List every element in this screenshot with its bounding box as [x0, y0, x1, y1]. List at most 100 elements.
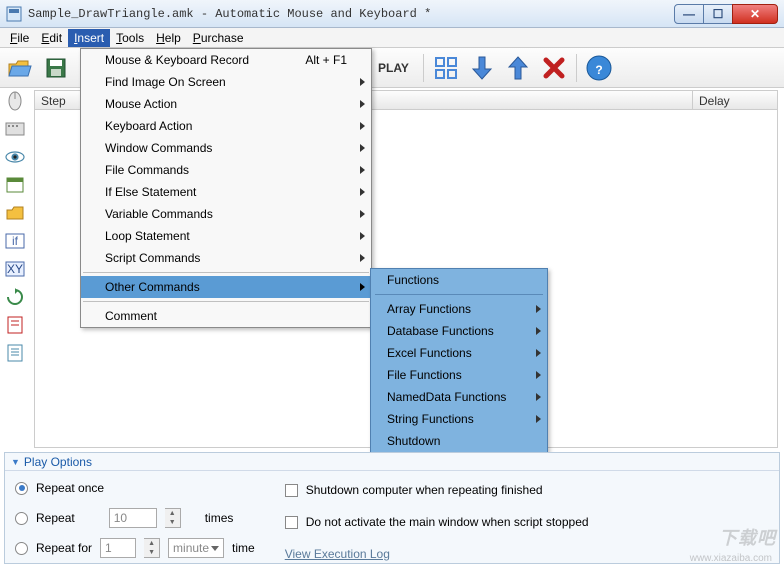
mi-mouse-action[interactable]: Mouse Action	[81, 93, 371, 115]
chevron-right-icon	[360, 100, 365, 108]
loop-icon[interactable]	[4, 286, 26, 308]
sidebar: if XY	[4, 90, 28, 364]
menu-help[interactable]: Help	[150, 29, 187, 47]
sm-file-functions[interactable]: File Functions	[371, 364, 547, 386]
menu-purchase[interactable]: Purchase	[187, 29, 250, 47]
menu-insert[interactable]: Insert	[68, 29, 110, 47]
folder-icon[interactable]	[4, 202, 26, 224]
svg-text:?: ?	[595, 63, 602, 77]
chevron-right-icon	[360, 283, 365, 291]
sm-database-functions[interactable]: Database Functions	[371, 320, 547, 342]
app-icon	[6, 6, 22, 22]
svg-text:if: if	[12, 234, 19, 248]
shortcut-label: Alt + F1	[305, 53, 347, 67]
chevron-right-icon	[360, 210, 365, 218]
chevron-right-icon	[536, 305, 541, 313]
chk-not-activate[interactable]	[285, 516, 298, 529]
label-time: time	[232, 541, 255, 555]
play-options-header[interactable]: ▼ Play Options	[5, 453, 779, 471]
radio-repeat-for[interactable]	[15, 542, 28, 555]
sm-string-functions[interactable]: String Functions	[371, 408, 547, 430]
chevron-right-icon	[360, 78, 365, 86]
other-commands-submenu: Functions Array Functions Database Funct…	[370, 268, 548, 453]
mi-comment[interactable]: Comment	[81, 305, 371, 327]
script-icon[interactable]	[4, 314, 26, 336]
save-button[interactable]	[40, 52, 72, 84]
maximize-button[interactable]: ☐	[703, 4, 733, 24]
label-repeat-once: Repeat once	[36, 481, 104, 495]
menubar: File Edit Insert Tools Help Purchase	[0, 28, 784, 48]
chevron-right-icon	[360, 144, 365, 152]
play-label: PLAY	[378, 61, 409, 75]
sm-array-functions[interactable]: Array Functions	[371, 298, 547, 320]
chevron-right-icon	[536, 327, 541, 335]
label-shutdown: Shutdown computer when repeating finishe…	[306, 483, 543, 497]
sm-nameddata-functions[interactable]: NamedData Functions	[371, 386, 547, 408]
collapse-icon: ▼	[11, 457, 20, 467]
repeat-count-input[interactable]: 10	[109, 508, 157, 528]
label-times: times	[205, 511, 234, 525]
chevron-right-icon	[536, 393, 541, 401]
chevron-right-icon	[360, 166, 365, 174]
insert-menu: Mouse & Keyboard RecordAlt + F1 Find Ima…	[80, 48, 372, 328]
col-step[interactable]: Step	[35, 91, 81, 109]
chevron-right-icon	[360, 232, 365, 240]
label-repeat-for: Repeat for	[36, 541, 92, 555]
mi-if-else[interactable]: If Else Statement	[81, 181, 371, 203]
chevron-right-icon	[536, 415, 541, 423]
mi-window-commands[interactable]: Window Commands	[81, 137, 371, 159]
if-icon[interactable]: if	[4, 230, 26, 252]
menu-tools[interactable]: Tools	[110, 29, 150, 47]
xy-icon[interactable]: XY	[4, 258, 26, 280]
sm-shutdown[interactable]: Shutdown	[371, 430, 547, 452]
eye-icon[interactable]	[4, 146, 26, 168]
mi-variable-commands[interactable]: Variable Commands	[81, 203, 371, 225]
open-button[interactable]	[4, 52, 36, 84]
minimize-button[interactable]: —	[674, 4, 704, 24]
radio-repeat[interactable]	[15, 512, 28, 525]
keyboard-icon[interactable]	[4, 118, 26, 140]
down-button[interactable]	[466, 52, 498, 84]
window-title: Sample_DrawTriangle.amk - Automatic Mous…	[28, 7, 675, 21]
chk-shutdown[interactable]	[285, 484, 298, 497]
watermark-url: www.xiazaiba.com	[690, 553, 772, 564]
repeat-for-spinner[interactable]: ▲▼	[144, 538, 160, 558]
mi-keyboard-action[interactable]: Keyboard Action	[81, 115, 371, 137]
doc-icon[interactable]	[4, 342, 26, 364]
chevron-right-icon	[536, 349, 541, 357]
grid-button[interactable]	[430, 52, 462, 84]
repeat-count-spinner[interactable]: ▲▼	[165, 508, 181, 528]
chevron-right-icon	[536, 371, 541, 379]
sm-functions[interactable]: Functions	[371, 269, 547, 291]
mi-find-image[interactable]: Find Image On Screen	[81, 71, 371, 93]
close-button[interactable]: ✕	[732, 4, 778, 24]
chevron-right-icon	[360, 122, 365, 130]
watermark: 下载吧	[719, 524, 776, 550]
play-options-panel: ▼ Play Options Repeat once Repeat 10 ▲▼ …	[4, 452, 780, 564]
mi-loop-statement[interactable]: Loop Statement	[81, 225, 371, 247]
sm-excel-functions[interactable]: Excel Functions	[371, 342, 547, 364]
menu-file[interactable]: File	[4, 29, 35, 47]
mouse-icon[interactable]	[4, 90, 26, 112]
window-icon[interactable]	[4, 174, 26, 196]
svg-text:XY: XY	[7, 262, 23, 276]
time-unit-combo[interactable]: minute	[168, 538, 224, 558]
chevron-right-icon	[360, 254, 365, 262]
help-button[interactable]: ?	[583, 52, 615, 84]
col-delay[interactable]: Delay	[693, 91, 777, 109]
delete-button[interactable]	[538, 52, 570, 84]
mi-script-commands[interactable]: Script Commands	[81, 247, 371, 269]
play-options-title: Play Options	[24, 455, 92, 469]
radio-repeat-once[interactable]	[15, 482, 28, 495]
link-view-log[interactable]: View Execution Log	[285, 547, 390, 561]
mi-file-commands[interactable]: File Commands	[81, 159, 371, 181]
mi-mouse-kb-record[interactable]: Mouse & Keyboard RecordAlt + F1	[81, 49, 371, 71]
menu-edit[interactable]: Edit	[35, 29, 68, 47]
titlebar: Sample_DrawTriangle.amk - Automatic Mous…	[0, 0, 784, 28]
up-button[interactable]	[502, 52, 534, 84]
chevron-right-icon	[360, 188, 365, 196]
repeat-for-input[interactable]: 1	[100, 538, 136, 558]
mi-other-commands[interactable]: Other Commands	[81, 276, 371, 298]
label-not-activate: Do not activate the main window when scr…	[306, 515, 589, 529]
label-repeat: Repeat	[36, 511, 75, 525]
